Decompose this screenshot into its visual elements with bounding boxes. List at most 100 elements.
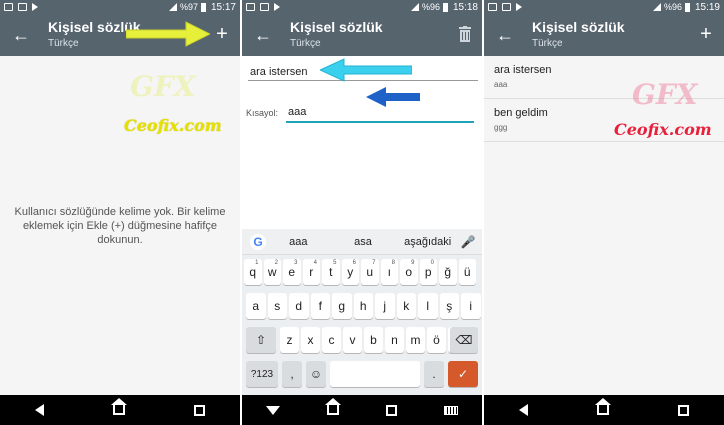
nav-recents-icon[interactable] — [194, 404, 206, 416]
key-k[interactable]: k — [396, 293, 416, 319]
key-w[interactable]: w2 — [263, 259, 281, 285]
notification-icon — [4, 3, 13, 11]
key-hint: 9 — [411, 260, 415, 266]
key-label: a — [252, 299, 260, 313]
key-ğ[interactable]: ğ — [439, 259, 457, 285]
keyboard-switch-icon[interactable] — [444, 405, 459, 415]
enter-check-key[interactable]: ✓ — [448, 361, 478, 387]
signal-icon — [168, 3, 177, 11]
back-arrow-icon[interactable]: ← — [252, 24, 274, 46]
nav-home-icon[interactable] — [324, 398, 341, 415]
nav-hide-keyboard-icon[interactable] — [265, 405, 280, 415]
key-label: d — [295, 299, 303, 313]
shortcut-input[interactable]: aaa — [288, 106, 306, 118]
key-ü[interactable]: ü — [458, 259, 476, 285]
keyboard: q1w2e3r4t5y6u7ı8o9p0ğü asdfghjklşi ⇧ z x c v… — [242, 255, 482, 395]
key-ş[interactable]: ş — [439, 293, 459, 319]
key-hint: 2 — [274, 260, 278, 266]
nav-home-icon[interactable] — [110, 398, 127, 415]
battery-icon — [442, 2, 448, 12]
nav-home-icon[interactable] — [594, 398, 611, 415]
screen-dictionary-list: %96 15:19 ← Kişisel sözlük Türkçe + ara … — [484, 0, 724, 425]
key-t[interactable]: t5 — [322, 259, 340, 285]
nav-recents-icon[interactable] — [386, 404, 398, 416]
add-word-button[interactable]: + — [696, 22, 716, 46]
nav-back-icon[interactable] — [518, 404, 528, 416]
key-label: g — [338, 299, 346, 313]
key-x[interactable]: x — [301, 327, 320, 353]
microphone-icon[interactable]: 🎤 — [460, 235, 476, 249]
key-m[interactable]: m — [406, 327, 425, 353]
play-store-icon — [274, 3, 280, 11]
key-hint: 8 — [391, 260, 395, 266]
page-title: Kişisel sözlük — [290, 19, 383, 35]
entry-word: ben geldim — [494, 107, 548, 119]
entry-shortcut: aaa — [494, 80, 508, 89]
space-key[interactable] — [330, 361, 420, 387]
symbols-key[interactable]: ?123 — [246, 361, 278, 387]
key-r[interactable]: r4 — [302, 259, 320, 285]
key-label: c — [328, 333, 335, 347]
battery-icon — [200, 2, 206, 12]
key-q[interactable]: q1 — [244, 259, 262, 285]
key-z[interactable]: z — [280, 327, 299, 353]
add-word-button[interactable]: + — [212, 22, 232, 46]
navigation-bar — [0, 395, 240, 425]
key-f[interactable]: f — [310, 293, 330, 319]
key-hint: 5 — [333, 260, 337, 266]
key-label: n — [391, 333, 398, 347]
key-o[interactable]: o9 — [400, 259, 418, 285]
key-label: ö — [433, 333, 440, 347]
nav-recents-icon[interactable] — [678, 404, 690, 416]
key-ı[interactable]: ı8 — [380, 259, 398, 285]
key-label: e — [288, 265, 296, 279]
key-s[interactable]: s — [267, 293, 287, 319]
suggestion-item[interactable]: asa — [331, 236, 396, 248]
key-j[interactable]: j — [375, 293, 395, 319]
key-l[interactable]: l — [418, 293, 438, 319]
key-v[interactable]: v — [343, 327, 362, 353]
backspace-key[interactable]: ⌫ — [450, 327, 478, 353]
key-hint: 6 — [352, 260, 356, 266]
key-e[interactable]: e3 — [283, 259, 301, 285]
key-c[interactable]: c — [322, 327, 341, 353]
key-n[interactable]: n — [385, 327, 404, 353]
keyboard-row-4: ?123 , ☺ . ✓ — [242, 361, 482, 387]
word-input[interactable]: ara istersen — [250, 66, 307, 78]
navigation-bar — [484, 395, 724, 425]
key-p[interactable]: p0 — [419, 259, 437, 285]
google-icon[interactable]: G — [250, 233, 266, 250]
key-y[interactable]: y6 — [341, 259, 359, 285]
key-d[interactable]: d — [289, 293, 309, 319]
key-g[interactable]: g — [332, 293, 352, 319]
key-label: k — [403, 299, 410, 313]
cyan-arrow-annotation — [320, 58, 412, 82]
key-a[interactable]: a — [246, 293, 266, 319]
image-notification-icon — [260, 3, 269, 11]
key-hint: 3 — [294, 260, 298, 266]
key-label: y — [347, 265, 354, 279]
key-b[interactable]: b — [364, 327, 383, 353]
emoji-key[interactable]: ☺ — [306, 361, 326, 387]
comma-key[interactable]: , — [282, 361, 302, 387]
back-arrow-icon[interactable]: ← — [10, 24, 32, 46]
key-hint: 1 — [255, 260, 259, 266]
battery-percent: %96 — [663, 2, 682, 12]
back-arrow-icon[interactable]: ← — [494, 24, 516, 46]
period-key[interactable]: . — [424, 361, 444, 387]
key-i[interactable]: i — [461, 293, 481, 319]
key-u[interactable]: u7 — [361, 259, 379, 285]
key-label: j — [383, 299, 387, 313]
suggestion-item[interactable]: aşağıdaki — [395, 236, 460, 248]
key-hint: 4 — [313, 260, 317, 266]
status-bar: %96 15:19 — [484, 0, 724, 14]
suggestion-item[interactable]: aaa — [266, 236, 331, 248]
nav-back-icon[interactable] — [34, 404, 44, 416]
key-h[interactable]: h — [353, 293, 373, 319]
delete-trash-icon[interactable] — [458, 26, 472, 42]
shift-key[interactable]: ⇧ — [246, 327, 276, 353]
key-hint: 7 — [372, 260, 376, 266]
blue-arrow-annotation — [366, 87, 420, 107]
key-ö[interactable]: ö — [427, 327, 446, 353]
keyboard-row-2: asd f gh j k l ş i — [242, 293, 482, 319]
